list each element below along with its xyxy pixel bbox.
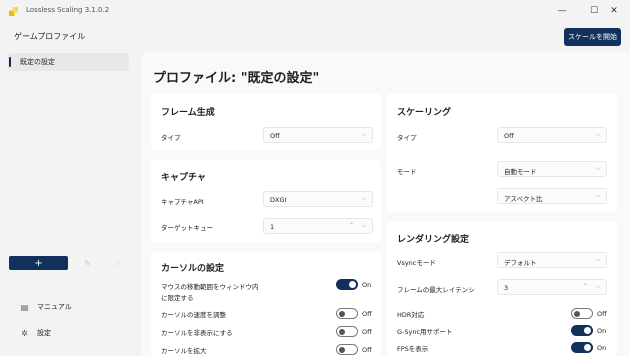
chevron-down-icon[interactable]: ⌵ [361,222,366,230]
cursor-hide-label: カーソルを非表示にする [161,329,233,337]
chevron-down-icon: ⌵ [595,131,600,138]
sidebar-item-label: 既定の設定 [20,58,55,66]
rendering-card: レンダリング設定 Vsyncモード デフォルト ⌵ フレームの最大レイテンシ 3… [387,222,617,356]
scaling-mode-select[interactable]: 自動モード ⌵ [497,161,607,177]
sidebar-item-default-profile[interactable]: 既定の設定 [8,53,129,71]
book-icon: ▤ [20,302,29,312]
cursor-settings-title: カーソルの設定 [161,264,225,274]
chevron-down-icon: ⌵ [595,165,600,172]
max-latency-label: フレームの最大レイテンシ [397,286,475,294]
gsync-toggle[interactable] [571,325,593,336]
chevron-down-icon[interactable]: ⌵ [595,283,600,291]
edit-icon[interactable]: ✎ [84,259,91,268]
chevron-down-icon: ⌵ [595,192,600,199]
toggle-knob [339,310,345,317]
target-queue-label: ターゲットキュー [161,224,213,232]
close-icon: ✕ [610,6,618,16]
chevron-up-icon[interactable]: ⌃ [583,283,588,290]
gear-icon: ✲ [21,328,28,338]
minimize-icon: — [557,6,567,16]
delete-icon[interactable]: ♢ [114,259,121,268]
scaling-title: スケーリング [397,108,452,118]
toggle-state-label: Off [362,346,372,354]
sidebar-item-label: マニュアル [37,303,72,311]
cursor-confine-toggle[interactable] [336,279,358,290]
frame-generation-type-label: タイプ [161,134,181,142]
toggle-knob [584,327,591,334]
capture-api-label: キャプチャAPI [161,198,204,206]
selection-indicator [9,57,11,67]
frame-generation-card: フレーム生成 タイプ Off ⌵ [151,94,381,150]
chevron-down-icon: ⌵ [361,131,366,138]
minimize-button[interactable]: — [546,2,578,20]
sidebar-item-settings[interactable]: ✲ 設定 [20,328,51,338]
start-scaling-button[interactable]: スケールを開始 [564,28,621,46]
page-header-title: ゲームプロファイル [14,32,86,41]
hdr-toggle[interactable] [571,308,593,319]
vsync-select[interactable]: デフォルト ⌵ [497,252,607,268]
toggle-knob [584,344,591,351]
stepper-value: 3 [504,283,509,292]
close-button[interactable]: ✕ [598,2,630,20]
chevron-down-icon: ⌵ [595,256,600,263]
toggle-knob [339,346,345,353]
cursor-speed-label: カーソルの速度を調整 [161,311,226,319]
toggle-state-label: Off [362,310,372,318]
app-title: Lossless Scaling 3.1.0.2 [26,6,110,14]
page-title: プロファイル: "既定の設定" [153,71,320,86]
stepper-value: 1 [270,222,275,231]
chevron-up-icon[interactable]: ⌃ [349,222,354,229]
toggle-knob [574,310,580,317]
chevron-down-icon: ⌵ [361,195,366,202]
target-queue-stepper[interactable]: 1 ⌃ ⌵ [263,218,373,234]
toggle-state-label: On [362,281,372,289]
cursor-confine-label: マウスの移動範囲をウィンドウ内 [161,283,259,291]
select-value: Off [270,131,280,140]
sidebar-item-manual[interactable]: ▤ マニュアル [20,302,72,312]
toggle-knob [339,328,345,335]
select-value: Off [504,131,514,140]
cursor-speed-toggle[interactable] [336,308,358,319]
cursor-settings-card: カーソルの設定 マウスの移動範囲をウィンドウ内 に限定する On カーソルの速度… [151,252,381,356]
scaling-type-label: タイプ [397,134,417,142]
toggle-state-label: Off [362,328,372,336]
rendering-title: レンダリング設定 [397,235,470,245]
select-value: DXGI [270,195,287,204]
cursor-confine-label-line2: に限定する [161,294,194,302]
gsync-label: G-Sync用サポート [397,328,453,336]
toggle-state-label: On [597,327,607,335]
cursor-enlarge-toggle[interactable] [336,344,358,355]
capture-title: キャプチャ [161,173,206,183]
app-logo-icon [9,7,18,16]
frame-generation-type-select[interactable]: Off ⌵ [263,127,373,143]
max-latency-stepper[interactable]: 3 ⌃ ⌵ [497,279,607,295]
main-content: プロファイル: "既定の設定" フレーム生成 タイプ Off ⌵ キャプチャ キ… [141,52,630,356]
show-fps-toggle[interactable] [571,342,593,353]
scaling-type-select[interactable]: Off ⌵ [497,127,607,143]
sidebar-item-label: 設定 [37,329,51,337]
capture-card: キャプチャ キャプチャAPI DXGI ⌵ ターゲットキュー 1 ⌃ ⌵ [151,160,381,242]
select-value: アスペクト比 [504,194,543,203]
maximize-icon: ☐ [589,6,599,16]
aspect-ratio-select[interactable]: アスペクト比 ⌵ [497,188,607,204]
select-value: デフォルト [504,258,537,267]
toggle-state-label: On [597,344,607,352]
scaling-card: スケーリング タイプ Off ⌵ モード 自動モード ⌵ アスペクト比 ⌵ [387,94,617,212]
show-fps-label: FPSを表示 [397,345,429,353]
cursor-hide-toggle[interactable] [336,326,358,337]
frame-generation-title: フレーム生成 [161,108,215,118]
select-value: 自動モード [504,167,537,176]
hdr-label: HDR対応 [397,311,425,319]
scaling-mode-label: モード [397,168,417,176]
vsync-label: Vsyncモード [397,259,436,267]
toggle-state-label: Off [597,310,607,318]
cursor-enlarge-label: カーソルを拡大 [161,347,207,355]
add-profile-button[interactable]: + [9,256,68,270]
title-bar: Lossless Scaling 3.1.0.2 — ☐ ✕ [0,0,630,22]
capture-api-select[interactable]: DXGI ⌵ [263,191,373,207]
toggle-knob [349,281,356,288]
